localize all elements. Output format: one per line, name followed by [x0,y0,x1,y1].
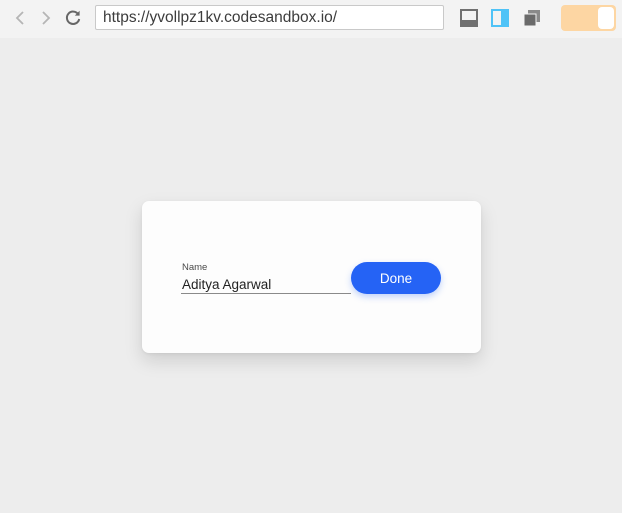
reload-icon [65,10,81,25]
name-card: Name Done [142,201,481,353]
toggle-knob [598,7,614,29]
chevron-right-icon [42,11,51,25]
name-input[interactable] [181,275,351,294]
back-button[interactable] [10,8,30,28]
theme-toggle[interactable] [561,5,616,31]
chevron-left-icon [15,11,24,25]
forward-button[interactable] [36,8,56,28]
name-label: Name [182,262,208,273]
layout-side-panel-icon[interactable] [491,9,509,27]
layout-bottom-panel-icon[interactable] [460,9,478,27]
done-button-label: Done [379,270,413,286]
browser-toolbar: https://yvollpz1kv.codesandbox.io/ [0,0,622,38]
done-button[interactable]: Done [351,262,441,294]
url-field[interactable]: https://yvollpz1kv.codesandbox.io/ [95,5,444,30]
url-text: https://yvollpz1kv.codesandbox.io/ [103,8,338,26]
layout-windows-icon[interactable] [523,9,541,27]
reload-button[interactable] [63,8,83,28]
